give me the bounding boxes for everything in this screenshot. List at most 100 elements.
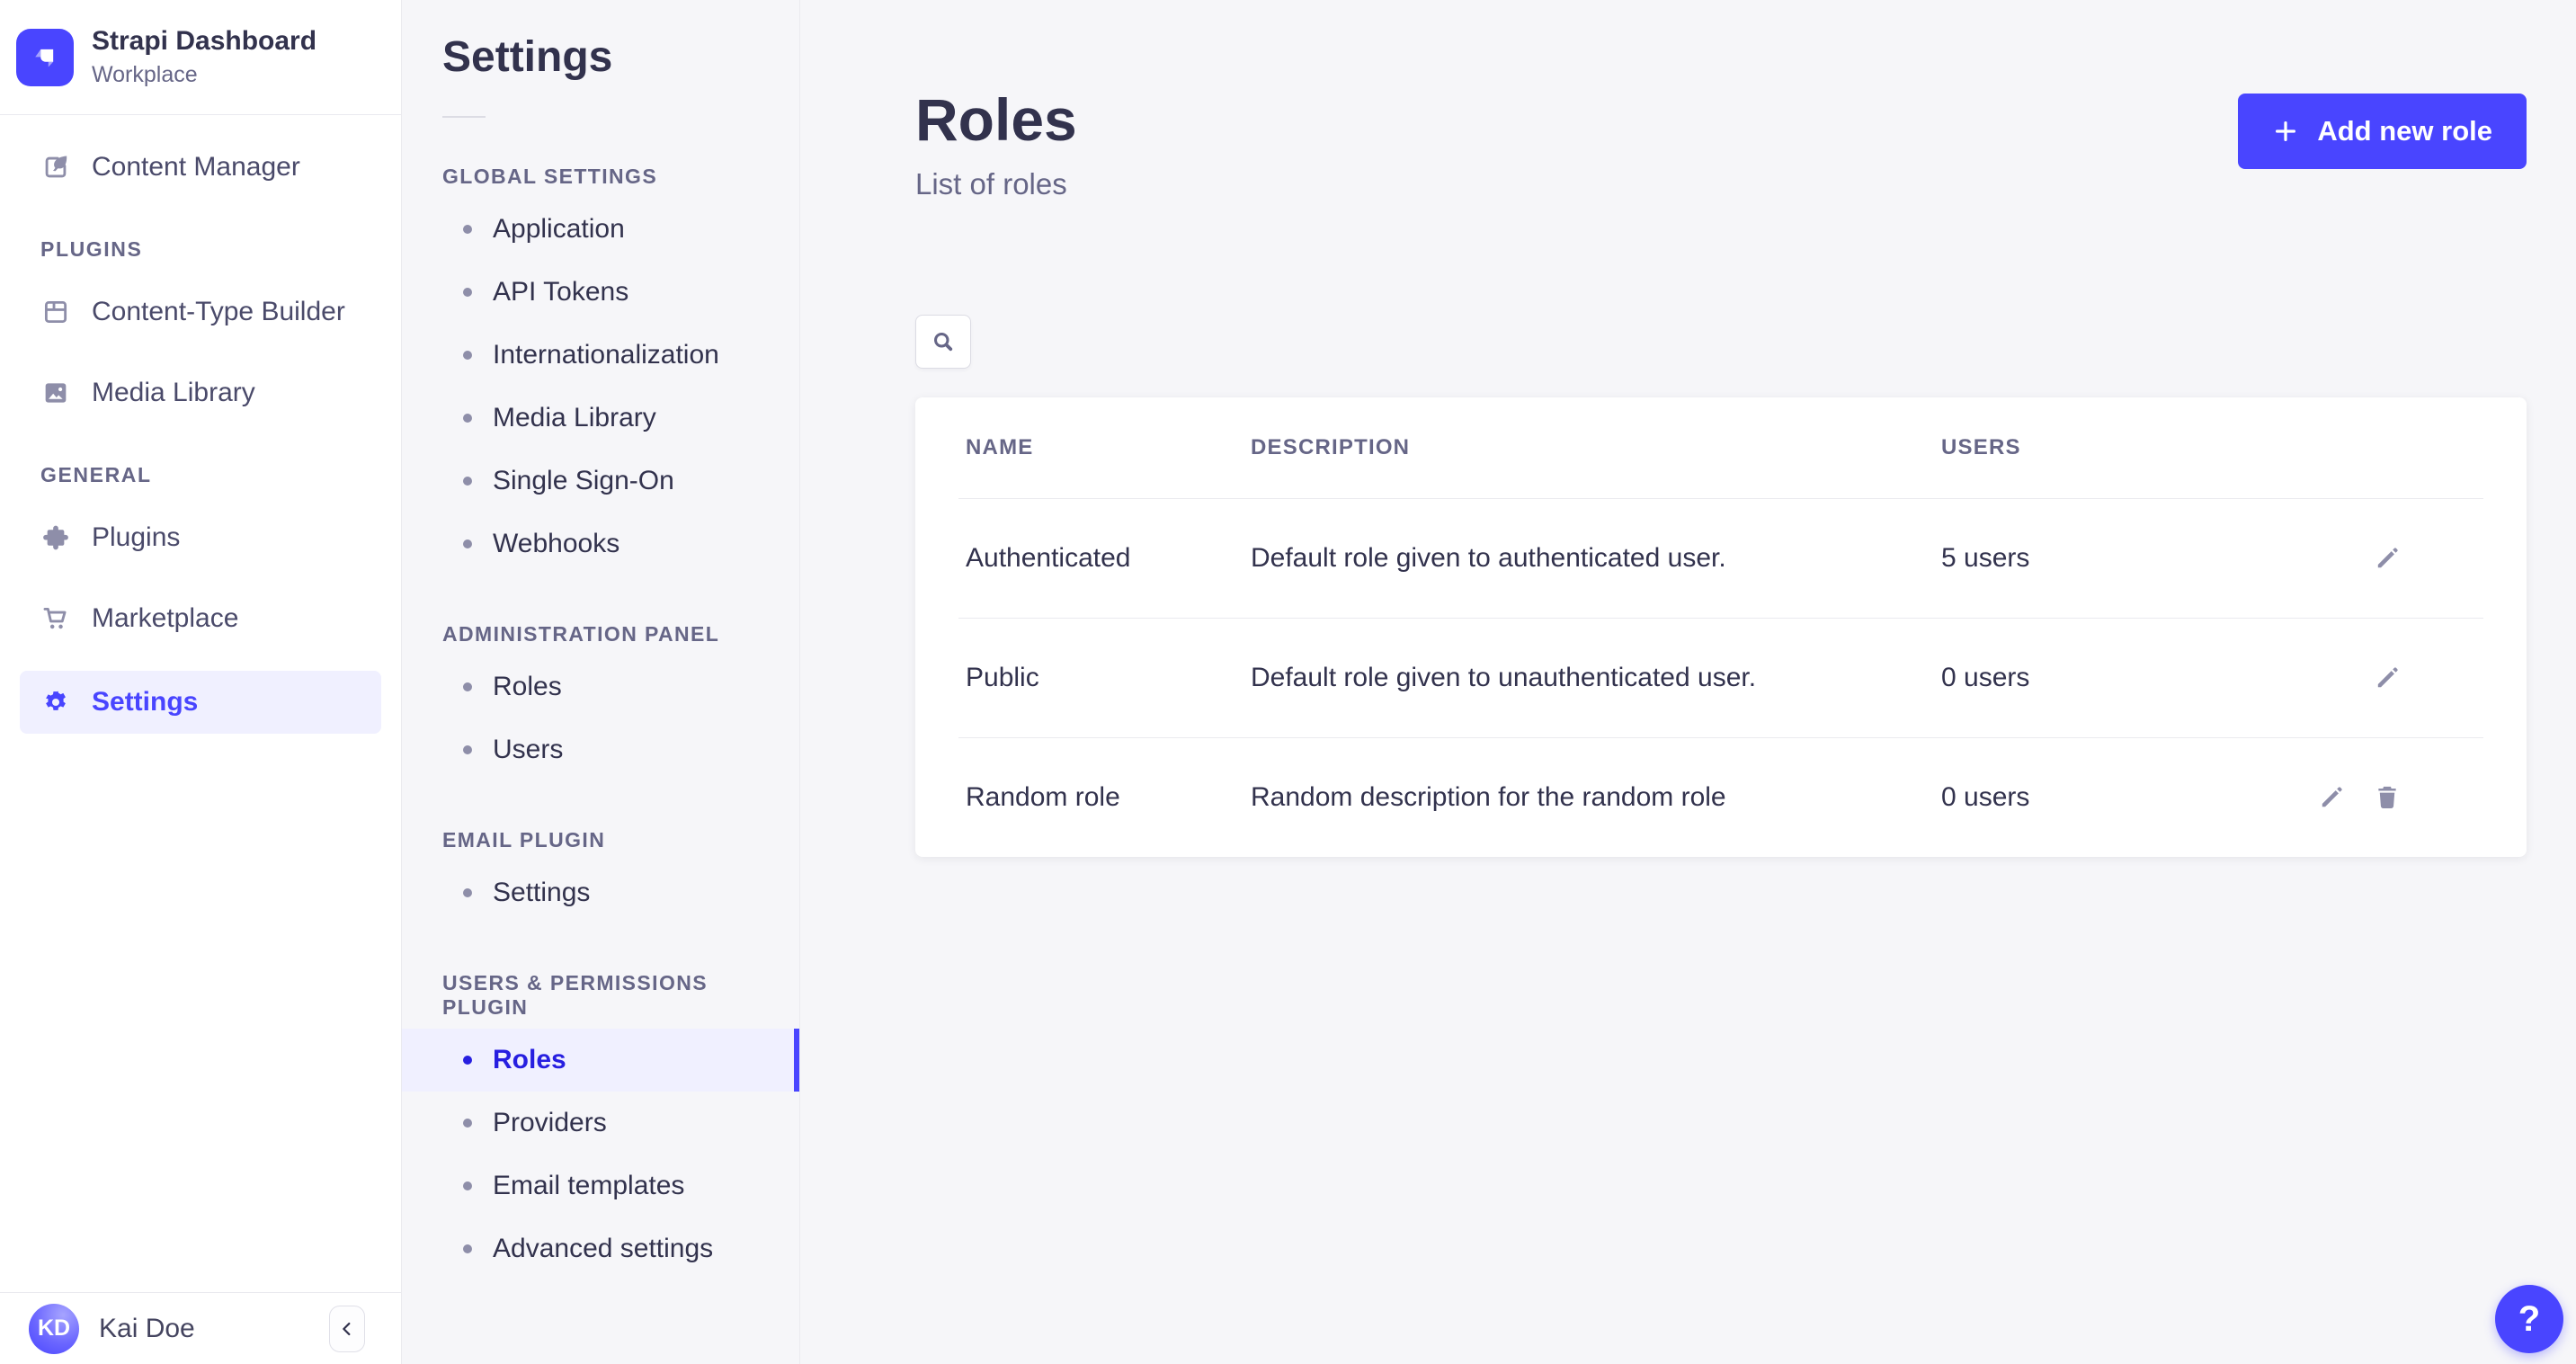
sidebar-footer: KD Kai Doe	[0, 1292, 401, 1364]
sidebar-section-general: GENERAL	[40, 463, 401, 487]
image-icon	[40, 378, 71, 408]
role-description: Default role given to authenticated user…	[1251, 543, 1941, 574]
sidebar-item-label: Media Library	[92, 378, 255, 408]
subnav-item-internationalization[interactable]: Internationalization	[402, 324, 799, 387]
role-description: Random description for the random role	[1251, 782, 1941, 813]
subnav-item-email-settings[interactable]: Settings	[402, 861, 799, 924]
subnav-item-single-sign-on[interactable]: Single Sign-On	[402, 450, 799, 513]
sidebar-item-content-type-builder[interactable]: Content-Type Builder	[20, 283, 381, 341]
sidebar-item-content-manager[interactable]: Content Manager	[20, 138, 381, 196]
layout-icon	[40, 297, 71, 327]
pencil-icon	[2316, 782, 2347, 813]
sidebar-item-label: Content-Type Builder	[92, 297, 345, 327]
subnav-item-label: API Tokens	[493, 277, 628, 308]
subnav-item-api-tokens[interactable]: API Tokens	[402, 261, 799, 324]
collapse-sidebar-button[interactable]	[329, 1306, 365, 1352]
subnav-item-media-library[interactable]: Media Library	[402, 387, 799, 450]
subnav-section-email-plugin: EMAIL PLUGIN	[442, 828, 799, 852]
workspace-subtitle: Workplace	[92, 62, 316, 88]
trash-icon	[2372, 782, 2402, 813]
role-name: Random role	[966, 782, 1251, 813]
bullet-icon	[463, 288, 472, 297]
user-name: Kai Doe	[99, 1314, 309, 1344]
sidebar-item-label: Marketplace	[92, 603, 238, 634]
avatar[interactable]: KD	[29, 1304, 79, 1354]
page-header: Roles List of roles Add new role	[915, 90, 2527, 201]
sidebar-nav: Content Manager PLUGINS Content-Type Bui…	[0, 115, 401, 1292]
edit-role-button[interactable]	[2316, 782, 2347, 813]
role-description: Default role given to unauthenticated us…	[1251, 663, 1941, 693]
puzzle-icon	[40, 522, 71, 553]
cart-icon	[40, 603, 71, 634]
role-name: Public	[966, 663, 1251, 693]
subnav-item-label: Application	[493, 214, 625, 245]
bullet-icon	[463, 414, 472, 423]
workspace-title: Strapi Dashboard	[92, 26, 316, 57]
subnav-item-admin-roles[interactable]: Roles	[402, 655, 799, 718]
bullet-icon	[463, 745, 472, 754]
main-content: Roles List of roles Add new role	[800, 0, 2576, 1364]
table-row-authenticated[interactable]: Authenticated Default role given to auth…	[915, 499, 2527, 618]
sidebar-item-marketplace[interactable]: Marketplace	[20, 590, 381, 647]
app-root: Strapi Dashboard Workplace Content Manag…	[0, 0, 2576, 1364]
table-row-random-role[interactable]: Random role Random description for the r…	[915, 738, 2527, 857]
sidebar-item-plugins[interactable]: Plugins	[20, 509, 381, 566]
edit-role-button[interactable]	[2372, 543, 2402, 574]
subnav-item-label: Roles	[493, 672, 562, 702]
gear-icon	[40, 687, 71, 718]
subnav-item-label: Email templates	[493, 1171, 684, 1201]
sidebar-item-media-library[interactable]: Media Library	[20, 364, 381, 422]
row-actions	[2316, 782, 2483, 813]
subnav-item-label: Webhooks	[493, 529, 619, 559]
subnav-item-label: Media Library	[493, 403, 656, 433]
role-users-count: 0 users	[1941, 782, 2316, 813]
column-header-name: NAME	[966, 435, 1251, 460]
subnav-item-label: Users	[493, 735, 563, 765]
bullet-icon	[463, 1056, 472, 1065]
subnav-section-administration-panel: ADMINISTRATION PANEL	[442, 622, 799, 646]
subnav-item-admin-users[interactable]: Users	[402, 718, 799, 781]
page-header-titles: Roles List of roles	[915, 90, 1077, 201]
subnav-item-application[interactable]: Application	[402, 198, 799, 261]
strapi-logo-icon	[16, 29, 74, 86]
main-sidebar: Strapi Dashboard Workplace Content Manag…	[0, 0, 402, 1364]
subnav-item-label: Internationalization	[493, 340, 719, 370]
subnav-item-webhooks[interactable]: Webhooks	[402, 513, 799, 575]
bullet-icon	[463, 1119, 472, 1128]
subnav-item-providers[interactable]: Providers	[402, 1092, 799, 1154]
role-users-count: 5 users	[1941, 543, 2372, 574]
workspace-brand[interactable]: Strapi Dashboard Workplace	[0, 0, 401, 115]
chevron-left-icon	[337, 1319, 357, 1339]
row-actions	[2372, 543, 2483, 574]
role-name: Authenticated	[966, 543, 1251, 574]
subnav-item-label: Settings	[493, 878, 590, 908]
add-new-role-button[interactable]: Add new role	[2238, 94, 2527, 169]
sidebar-item-settings[interactable]: Settings	[20, 671, 381, 734]
page-title: Roles	[915, 90, 1077, 149]
column-header-users: USERS	[1941, 435, 2483, 460]
subnav-item-label: Single Sign-On	[493, 466, 674, 496]
sidebar-item-label: Content Manager	[92, 152, 300, 183]
subnav-item-up-roles[interactable]: Roles	[402, 1029, 799, 1092]
subnav-item-advanced-settings[interactable]: Advanced settings	[402, 1217, 799, 1280]
pencil-icon	[2372, 663, 2402, 693]
table-row-public[interactable]: Public Default role given to unauthentic…	[915, 619, 2527, 737]
subnav-item-label: Advanced settings	[493, 1234, 713, 1264]
bullet-icon	[463, 225, 472, 234]
plus-icon	[2272, 118, 2299, 145]
delete-role-button[interactable]	[2372, 782, 2402, 813]
subnav-section-global-settings: GLOBAL SETTINGS	[442, 165, 799, 189]
help-button[interactable]: ?	[2495, 1285, 2563, 1353]
page-subtitle: List of roles	[915, 167, 1077, 201]
roles-table: NAME DESCRIPTION USERS Authenticated Def…	[915, 397, 2527, 857]
edit-role-button[interactable]	[2372, 663, 2402, 693]
settings-subnav: Settings GLOBAL SETTINGS Application API…	[402, 0, 800, 1364]
search-button[interactable]	[915, 315, 971, 369]
subnav-divider	[442, 116, 486, 118]
sidebar-item-label: Settings	[92, 687, 198, 718]
column-header-description: DESCRIPTION	[1251, 435, 1941, 460]
bullet-icon	[463, 351, 472, 360]
sidebar-section-plugins: PLUGINS	[40, 237, 401, 262]
subnav-item-email-templates[interactable]: Email templates	[402, 1154, 799, 1217]
row-actions	[2372, 663, 2483, 693]
